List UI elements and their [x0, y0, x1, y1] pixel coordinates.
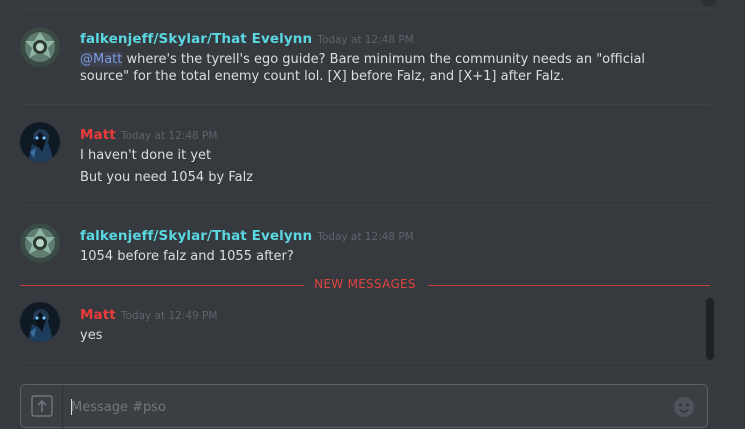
upload-button[interactable] [21, 385, 63, 429]
new-messages-divider: NEW MESSAGES [20, 277, 710, 293]
message-separator [20, 362, 710, 363]
message-line: @Matt where's the tyrell's ego guide? Ba… [80, 52, 660, 68]
message-composer [20, 384, 708, 429]
message-header: Matt Today at 12:48 PM [80, 124, 217, 143]
dark-character-avatar-icon [20, 122, 60, 162]
timestamp: Today at 12:48 PM [317, 231, 414, 243]
message-line: yes [80, 328, 103, 343]
emoji-picker-icon [674, 397, 694, 417]
timestamp: Today at 12:49 PM [120, 310, 218, 322]
avatar[interactable] [20, 223, 60, 263]
scrollbar-thumb[interactable] [706, 298, 714, 360]
message-line: 1054 before falz and 1055 after? [80, 249, 294, 264]
author-name[interactable]: Matt [80, 307, 116, 323]
avatar[interactable] [20, 122, 60, 162]
upload-arrow-icon [31, 395, 53, 417]
emoji-button[interactable] [673, 396, 695, 422]
message-header: Matt Today at 12:49 PM [80, 304, 217, 323]
emblem-avatar-icon [20, 223, 60, 263]
divider [20, 9, 710, 10]
message-line: But you need 1054 by Falz [80, 170, 254, 185]
message-separator [20, 205, 710, 206]
message-input[interactable] [71, 397, 631, 417]
text-caret [71, 399, 72, 415]
avatar[interactable] [20, 302, 60, 342]
message-line: I haven't done it yet [80, 148, 212, 163]
message-text: where's the tyrell's ego guide? Bare min… [122, 52, 646, 67]
new-messages-label: NEW MESSAGES [314, 277, 416, 291]
dark-character-avatar-icon [20, 302, 60, 342]
author-name[interactable]: falkenjeff/Skylar/That Evelynn [80, 31, 312, 47]
mention[interactable]: @Matt [80, 52, 123, 67]
emblem-avatar-icon [20, 27, 60, 67]
divider-line [428, 285, 710, 286]
message-line: source" for the total enemy count lol. [… [80, 69, 565, 84]
message-header: falkenjeff/Skylar/That Evelynn Today at 1… [80, 28, 414, 47]
scrollbar-top [702, 0, 716, 6]
message-list: falkenjeff/Skylar/That Evelynn Today at 1… [0, 0, 730, 372]
message-separator [20, 104, 710, 105]
author-name[interactable]: falkenjeff/Skylar/That Evelynn [80, 228, 312, 244]
timestamp: Today at 12:48 PM [317, 34, 414, 46]
avatar[interactable] [20, 27, 60, 67]
message-header: falkenjeff/Skylar/That Evelynn Today at 1… [80, 225, 414, 244]
author-name[interactable]: Matt [80, 127, 116, 143]
timestamp: Today at 12:48 PM [120, 130, 218, 142]
